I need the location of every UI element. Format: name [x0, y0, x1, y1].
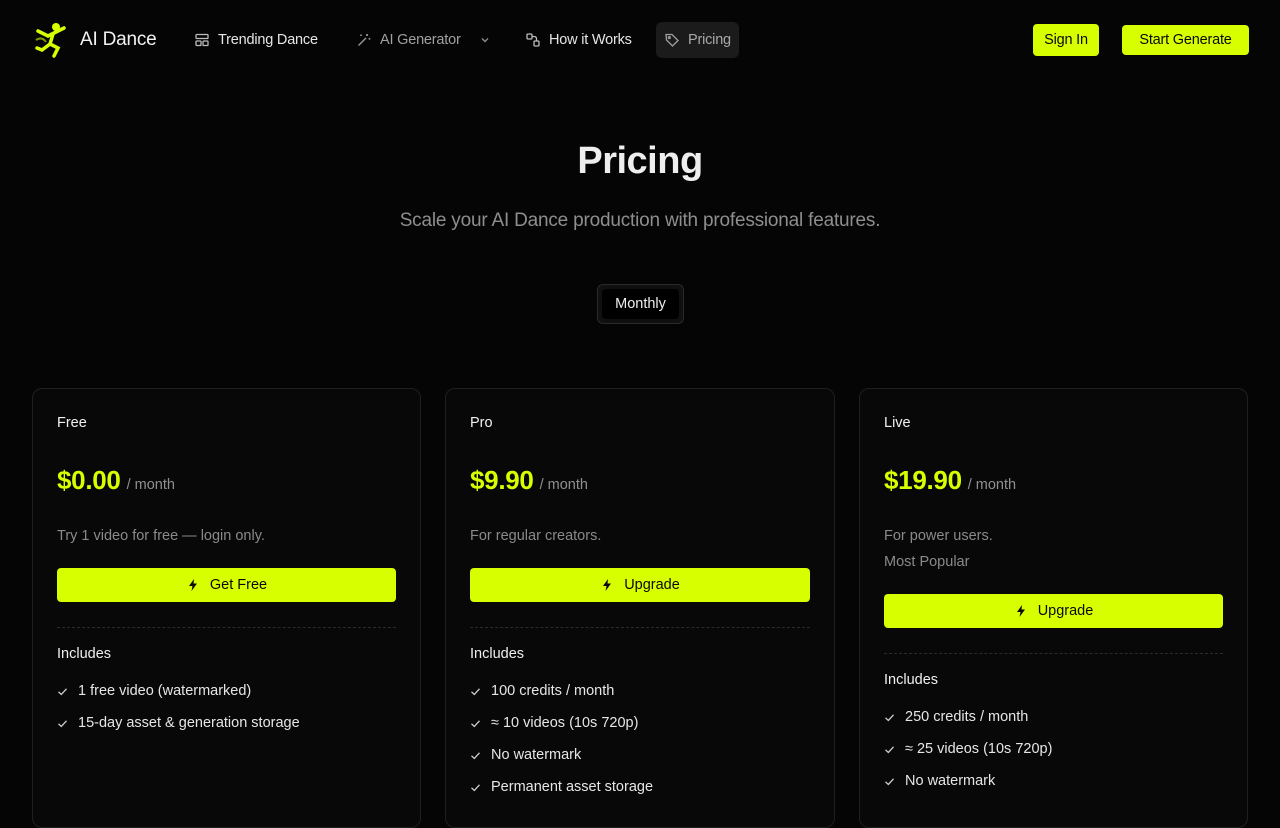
start-generate-button[interactable]: Start Generate — [1122, 25, 1249, 55]
plan-card-pro: Pro $9.90 / month For regular creators. … — [445, 388, 835, 828]
plan-description: For power users. Most Popular — [884, 523, 993, 575]
nav-ai-generator-label: AI Generator — [380, 32, 461, 48]
sign-in-button[interactable]: Sign In — [1033, 24, 1099, 56]
upgrade-button[interactable]: Upgrade — [884, 594, 1223, 628]
list-item: 100 credits / month — [470, 675, 653, 707]
chevron-down-icon — [481, 38, 489, 43]
check-icon — [471, 687, 480, 695]
price-row: $9.90 / month — [470, 465, 588, 496]
feature-text: ≈ 25 videos (10s 720p) — [905, 741, 1053, 757]
tag-icon — [665, 33, 679, 47]
feature-text: 15-day asset & generation storage — [78, 715, 300, 731]
plan-period: / month — [967, 477, 1017, 493]
feature-text: No watermark — [905, 773, 996, 789]
nav-pricing[interactable]: Pricing — [656, 22, 739, 58]
price-row: $0.00 / month — [57, 465, 175, 496]
workflow-icon — [526, 33, 540, 47]
list-item: Permanent asset storage — [470, 771, 653, 803]
layout-icon — [195, 33, 209, 47]
list-item: ≈ 25 videos (10s 720p) — [884, 733, 1052, 765]
plan-period: / month — [126, 477, 175, 493]
check-icon — [885, 713, 894, 721]
most-popular-label: Most Popular — [884, 554, 970, 570]
list-item: 1 free video (watermarked) — [57, 675, 300, 707]
brand-name: AI Dance — [80, 29, 157, 50]
price-row: $19.90 / month — [884, 465, 1016, 496]
upgrade-button[interactable]: Upgrade — [470, 568, 810, 602]
plan-description: For regular creators. — [470, 523, 601, 549]
lightning-icon — [1016, 605, 1025, 617]
magic-wand-icon — [358, 34, 371, 46]
plan-price: $19.90 — [884, 465, 962, 495]
list-item: 15-day asset & generation storage — [57, 707, 300, 739]
feature-text: No watermark — [491, 747, 582, 763]
plan-card-live: Live $19.90 / month For power users. Mos… — [859, 388, 1248, 828]
top-nav: AI Dance Trending Dance AI Generator How… — [0, 0, 1280, 80]
list-item: No watermark — [884, 765, 1052, 797]
divider — [57, 627, 396, 628]
page-title: Pricing — [577, 140, 703, 182]
feature-text: ≈ 10 videos (10s 720p) — [491, 715, 639, 731]
check-icon — [471, 783, 480, 791]
feature-text: Permanent asset storage — [491, 779, 654, 795]
feature-list: 1 free video (watermarked) 15-day asset … — [57, 675, 300, 739]
dancer-logo-icon — [35, 23, 66, 58]
billing-toggle: Monthly — [597, 284, 684, 324]
lightning-icon — [603, 579, 612, 591]
brand-logo[interactable]: AI Dance — [34, 22, 157, 58]
check-icon — [471, 719, 480, 727]
divider — [884, 653, 1223, 654]
plan-description-line: For power users. — [884, 528, 993, 544]
check-icon — [58, 719, 67, 727]
plan-card-free: Free $0.00 / month Try 1 video for free … — [32, 388, 421, 828]
plan-description-line: Try 1 video for free — login only. — [57, 528, 265, 544]
list-item: No watermark — [470, 739, 653, 771]
upgrade-button-label: Upgrade — [1037, 603, 1094, 619]
lightning-icon — [188, 579, 197, 591]
plan-price: $9.90 — [470, 465, 534, 495]
plan-price: $0.00 — [57, 465, 121, 495]
feature-text: 1 free video (watermarked) — [78, 683, 252, 699]
feature-list: 100 credits / month ≈ 10 videos (10s 720… — [470, 675, 653, 803]
plan-period: / month — [539, 477, 588, 493]
includes-heading: Includes — [470, 646, 525, 662]
get-free-button-label: Get Free — [209, 577, 268, 593]
list-item: ≈ 10 videos (10s 720p) — [470, 707, 653, 739]
includes-heading: Includes — [57, 646, 112, 662]
check-icon — [885, 745, 894, 753]
plan-description: Try 1 video for free — login only. — [57, 523, 265, 549]
feature-list: 250 credits / month ≈ 25 videos (10s 720… — [884, 701, 1052, 797]
nav-how-it-works[interactable]: How it Works — [517, 22, 640, 58]
nav-pricing-label: Pricing — [688, 32, 731, 48]
check-icon — [58, 687, 67, 695]
get-free-button[interactable]: Get Free — [57, 568, 396, 602]
list-item: 250 credits / month — [884, 701, 1052, 733]
feature-text: 100 credits / month — [491, 683, 615, 699]
feature-text: 250 credits / month — [905, 709, 1029, 725]
page-subtitle: Scale your AI Dance production with prof… — [399, 210, 881, 231]
nav-trending-dance-label: Trending Dance — [218, 32, 318, 48]
check-icon — [885, 777, 894, 785]
plan-name: Pro — [470, 415, 493, 431]
check-icon — [471, 751, 480, 759]
nav-trending-dance[interactable]: Trending Dance — [186, 22, 326, 58]
nav-how-it-works-label: How it Works — [549, 32, 632, 48]
nav-ai-generator[interactable]: AI Generator — [348, 22, 499, 58]
plan-name: Live — [884, 415, 911, 431]
divider — [470, 627, 810, 628]
plan-name: Free — [57, 415, 87, 431]
upgrade-button-label: Upgrade — [624, 577, 680, 593]
billing-monthly-button[interactable]: Monthly — [602, 289, 679, 319]
includes-heading: Includes — [884, 672, 939, 688]
plan-description-line: For regular creators. — [470, 528, 602, 544]
